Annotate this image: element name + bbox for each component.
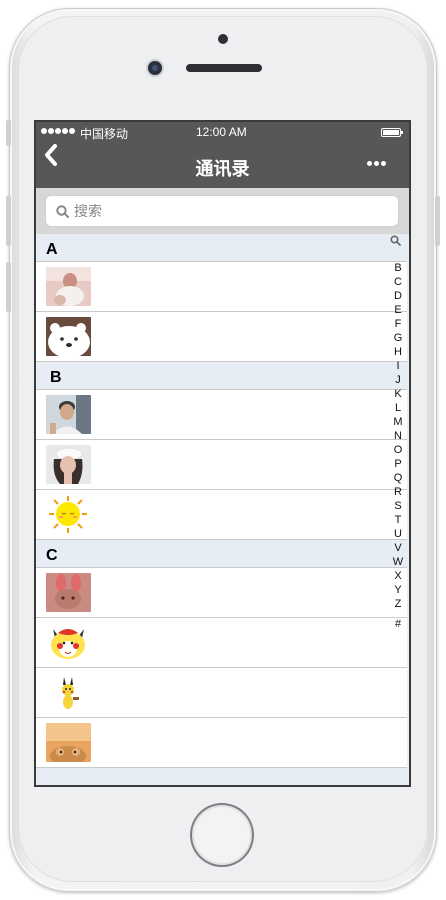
index-letter[interactable]: C — [388, 275, 408, 289]
volume-down-button — [6, 262, 11, 312]
index-letter[interactable]: S — [388, 499, 408, 513]
index-letter[interactable]: T — [388, 513, 408, 527]
index-letter[interactable]: L — [388, 401, 408, 415]
index-letter[interactable]: I — [388, 359, 408, 373]
index-letter[interactable]: Z — [388, 597, 408, 611]
index-letter[interactable]: O — [388, 443, 408, 457]
status-bar: 中国移动 12:00 AM — [36, 122, 409, 142]
index-letter[interactable]: P — [388, 457, 408, 471]
contact-row[interactable] — [36, 490, 407, 540]
section-letter: C — [46, 547, 58, 564]
contact-row[interactable] — [36, 668, 407, 718]
index-letter[interactable]: U — [388, 527, 408, 541]
alphabet-index[interactable]: B C D E F G H I J K L M N O P Q R S T U V W X Y Z # — [388, 261, 408, 631]
front-camera — [148, 61, 162, 75]
index-letter[interactable]: X — [388, 569, 408, 583]
avatar — [46, 317, 91, 356]
avatar — [46, 573, 91, 612]
section-header-b: B — [36, 362, 407, 390]
section-letter: A — [46, 241, 58, 258]
index-letter[interactable]: N — [388, 429, 408, 443]
avatar — [46, 395, 91, 434]
app-screen: 中国移动 12:00 AM 通讯录 ABC BCDEFGHIJKLMNOPQRS… — [34, 120, 411, 787]
section-letter: B — [50, 369, 62, 386]
index-letter[interactable]: D — [388, 289, 408, 303]
contact-row[interactable] — [36, 718, 407, 768]
avatar — [46, 267, 91, 306]
contact-row[interactable] — [36, 262, 407, 312]
contact-row[interactable] — [36, 618, 407, 668]
index-letter[interactable]: # — [388, 617, 408, 631]
proximity-sensor — [218, 34, 228, 44]
contact-list: ABC — [36, 234, 407, 785]
search-input[interactable] — [72, 202, 376, 220]
index-letter[interactable]: R — [388, 485, 408, 499]
earpiece-speaker — [186, 64, 262, 72]
index-letter[interactable]: E — [388, 303, 408, 317]
search-bar — [36, 188, 409, 234]
search-icon — [56, 205, 69, 218]
page-title: 通讯录 — [195, 159, 250, 179]
contact-row[interactable] — [36, 440, 407, 490]
index-letter[interactable]: M — [388, 415, 408, 429]
index-search-icon[interactable] — [390, 235, 401, 246]
battery-icon — [381, 128, 403, 137]
section-header-a: A — [36, 234, 407, 262]
section-header-c: C — [36, 540, 407, 568]
avatar — [46, 623, 91, 662]
index-letter[interactable]: W — [388, 555, 408, 569]
avatar — [46, 445, 91, 484]
status-time: 12:00 AM — [196, 125, 247, 139]
search-box[interactable] — [45, 195, 399, 227]
index-letter[interactable]: J — [388, 373, 408, 387]
list-footer — [36, 768, 407, 785]
contact-row[interactable] — [36, 312, 407, 362]
more-dots-icon — [367, 153, 388, 170]
home-button[interactable] — [190, 803, 254, 867]
index-letter[interactable]: K — [388, 387, 408, 401]
power-button — [435, 196, 440, 246]
avatar — [46, 495, 91, 534]
index-letter[interactable]: F — [388, 317, 408, 331]
carrier-name: 中国移动 — [80, 127, 129, 141]
index-letter[interactable]: H — [388, 345, 408, 359]
index-letter[interactable]: Y — [388, 583, 408, 597]
index-letter[interactable]: Q — [388, 471, 408, 485]
index-letter[interactable]: B — [388, 261, 408, 275]
mute-switch — [6, 120, 11, 146]
more-button[interactable] — [367, 153, 389, 166]
nav-bar: 通讯录 — [36, 142, 409, 188]
contact-row[interactable] — [36, 390, 407, 440]
avatar — [46, 723, 91, 762]
signal-strength-icon — [41, 128, 76, 134]
avatar — [46, 673, 91, 712]
index-letter[interactable]: G — [388, 331, 408, 345]
index-letter[interactable]: V — [388, 541, 408, 555]
contact-row[interactable] — [36, 568, 407, 618]
volume-up-button — [6, 196, 11, 246]
